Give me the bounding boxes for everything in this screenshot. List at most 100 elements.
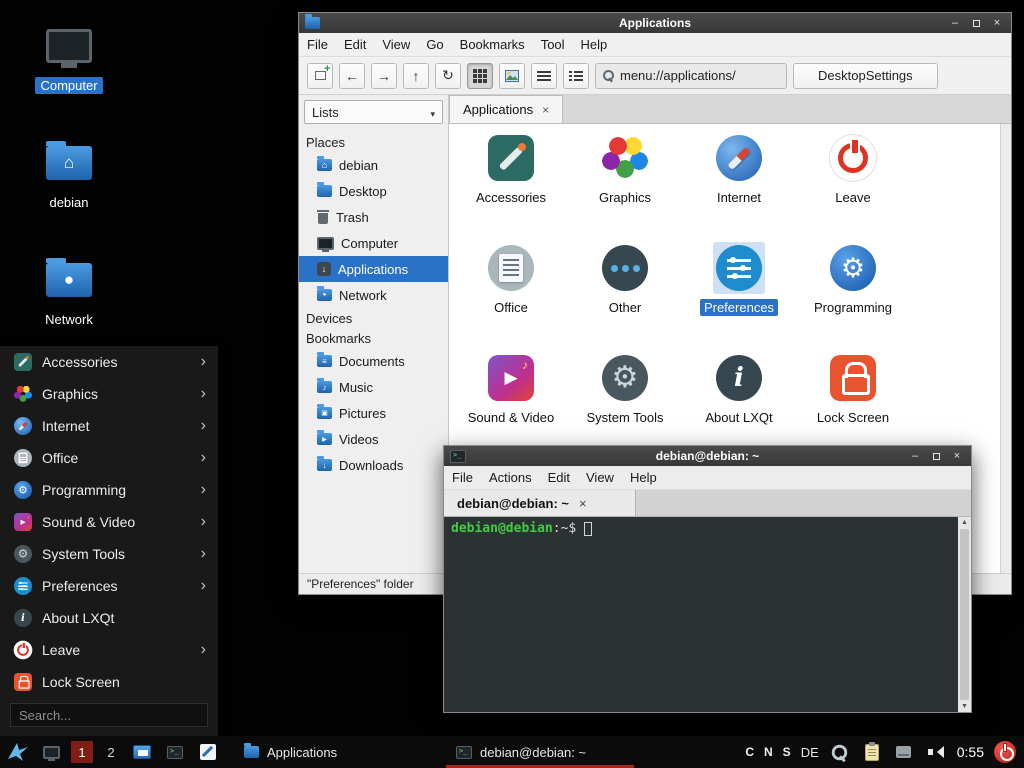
sidebar-item-downloads[interactable]: Downloads xyxy=(299,452,448,478)
maximize-button[interactable] xyxy=(968,16,984,30)
app-preferences[interactable]: Preferences xyxy=(682,236,796,346)
start-menu-item-about-lxqt[interactable]: About LXQt xyxy=(0,602,218,634)
new-tab-button[interactable] xyxy=(307,63,333,89)
refresh-button[interactable] xyxy=(435,63,461,89)
app-lock-screen[interactable]: Lock Screen xyxy=(796,346,910,456)
magnifier-tray-icon[interactable] xyxy=(829,740,851,764)
desktop-icon-network[interactable]: Network xyxy=(14,258,124,328)
minimize-button[interactable] xyxy=(907,449,923,463)
task-terminal[interactable]: debian@debian: ~ xyxy=(446,736,634,768)
keyboard-layout-indicator[interactable]: DE xyxy=(801,745,819,760)
menu-view[interactable]: View xyxy=(374,37,418,52)
app-programming[interactable]: Programming xyxy=(796,236,910,346)
desktop-icon-computer[interactable]: Computer xyxy=(14,24,124,94)
icon-view-button[interactable] xyxy=(467,63,493,89)
removable-media-tray-icon[interactable] xyxy=(893,740,915,764)
places-header[interactable]: Places xyxy=(299,132,448,152)
forward-button[interactable] xyxy=(371,63,397,89)
app-graphics[interactable]: Graphics xyxy=(568,126,682,236)
terminal-output[interactable]: debian@debian:~$ xyxy=(444,517,958,712)
bookmarks-header[interactable]: Bookmarks xyxy=(299,328,448,348)
path-bar[interactable]: menu://applications/ xyxy=(595,63,787,89)
thumbnail-view-button[interactable] xyxy=(499,63,525,89)
start-menu-item-lock-screen[interactable]: Lock Screen xyxy=(0,666,218,698)
app-system-tools[interactable]: System Tools xyxy=(568,346,682,456)
sidebar-item-network[interactable]: Network xyxy=(299,282,448,308)
start-menu-item-graphics[interactable]: Graphics xyxy=(0,378,218,410)
sidebar-item-computer[interactable]: Computer xyxy=(299,230,448,256)
terminal-body[interactable]: debian@debian:~$ xyxy=(444,517,971,712)
app-about-lxqt[interactable]: About LXQt xyxy=(682,346,796,456)
shutdown-button[interactable] xyxy=(994,740,1016,764)
start-menu-search-input[interactable] xyxy=(10,703,208,727)
start-menu-item-accessories[interactable]: Accessories xyxy=(0,346,218,378)
back-button[interactable] xyxy=(339,63,365,89)
scroll-down-icon[interactable] xyxy=(961,703,968,710)
clock[interactable]: 0:55 xyxy=(957,744,984,760)
start-menu-item-preferences[interactable]: Preferences xyxy=(0,570,218,602)
menu-go[interactable]: Go xyxy=(418,37,451,52)
vertical-scrollbar[interactable] xyxy=(1000,124,1011,573)
desktop-settings-button[interactable]: DesktopSettings xyxy=(793,63,938,89)
app-sound-video[interactable]: Sound & Video xyxy=(454,346,568,456)
workspace-2-button[interactable]: 2 xyxy=(100,741,122,763)
quicklaunch-terminal[interactable] xyxy=(162,739,188,765)
caps-lock-indicator[interactable]: C xyxy=(745,745,754,759)
app-other[interactable]: Other xyxy=(568,236,682,346)
minimize-button[interactable] xyxy=(947,16,963,30)
tab-close-icon[interactable] xyxy=(579,496,587,511)
sidebar-item-videos[interactable]: Videos xyxy=(299,426,448,452)
app-office[interactable]: Office xyxy=(454,236,568,346)
quicklaunch-editor[interactable] xyxy=(195,739,221,765)
start-menu-item-sound-video[interactable]: Sound & Video xyxy=(0,506,218,538)
terminal-titlebar[interactable]: debian@debian: ~ xyxy=(444,446,971,466)
close-button[interactable] xyxy=(989,16,1005,30)
scroll-lock-indicator[interactable]: S xyxy=(783,745,791,759)
quicklaunch-file-manager[interactable] xyxy=(129,739,155,765)
desktop-icon-debian[interactable]: debian xyxy=(14,141,124,211)
menu-help[interactable]: Help xyxy=(622,470,665,485)
menu-actions[interactable]: Actions xyxy=(481,470,540,485)
start-menu-item-office[interactable]: Office xyxy=(0,442,218,474)
tab-applications[interactable]: Applications xyxy=(449,95,563,123)
sidebar-item-desktop[interactable]: Desktop xyxy=(299,178,448,204)
menu-view[interactable]: View xyxy=(578,470,622,485)
scroll-up-icon[interactable] xyxy=(961,519,968,526)
start-menu-button[interactable] xyxy=(5,739,31,765)
menu-edit[interactable]: Edit xyxy=(336,37,374,52)
terminal-scrollbar[interactable] xyxy=(958,517,971,712)
start-menu-item-programming[interactable]: Programming xyxy=(0,474,218,506)
up-button[interactable] xyxy=(403,63,429,89)
tab-terminal-session[interactable]: debian@debian: ~ xyxy=(444,490,636,516)
sidebar-mode-select[interactable]: Lists xyxy=(304,100,443,124)
devices-header[interactable]: Devices xyxy=(299,308,448,328)
clipboard-tray-icon[interactable] xyxy=(861,740,883,764)
compact-view-button[interactable] xyxy=(531,63,557,89)
sidebar-item-trash[interactable]: Trash xyxy=(299,204,448,230)
menu-tool[interactable]: Tool xyxy=(533,37,573,52)
app-internet[interactable]: Internet xyxy=(682,126,796,236)
start-menu-item-leave[interactable]: Leave xyxy=(0,634,218,666)
scrollbar-thumb[interactable] xyxy=(960,529,969,700)
sidebar-item-pictures[interactable]: Pictures xyxy=(299,400,448,426)
sidebar-item-music[interactable]: Music xyxy=(299,374,448,400)
start-menu-item-system-tools[interactable]: System Tools xyxy=(0,538,218,570)
file-manager-titlebar[interactable]: Applications xyxy=(299,13,1011,33)
sidebar-item-documents[interactable]: Documents xyxy=(299,348,448,374)
show-desktop-button[interactable] xyxy=(38,739,64,765)
menu-edit[interactable]: Edit xyxy=(540,470,578,485)
workspace-1-button[interactable]: 1 xyxy=(71,741,93,763)
sidebar-item-debian[interactable]: debian xyxy=(299,152,448,178)
task-applications[interactable]: Applications xyxy=(234,736,439,768)
app-accessories[interactable]: Accessories xyxy=(454,126,568,236)
num-lock-indicator[interactable]: N xyxy=(764,745,773,759)
menu-help[interactable]: Help xyxy=(573,37,616,52)
tab-close-icon[interactable] xyxy=(542,103,549,117)
sidebar-item-applications[interactable]: Applications xyxy=(299,256,448,282)
detailed-view-button[interactable] xyxy=(563,63,589,89)
menu-file[interactable]: File xyxy=(444,470,481,485)
menu-bookmarks[interactable]: Bookmarks xyxy=(452,37,533,52)
maximize-button[interactable] xyxy=(928,449,944,463)
volume-tray-icon[interactable] xyxy=(925,740,947,764)
start-menu-item-internet[interactable]: Internet xyxy=(0,410,218,442)
